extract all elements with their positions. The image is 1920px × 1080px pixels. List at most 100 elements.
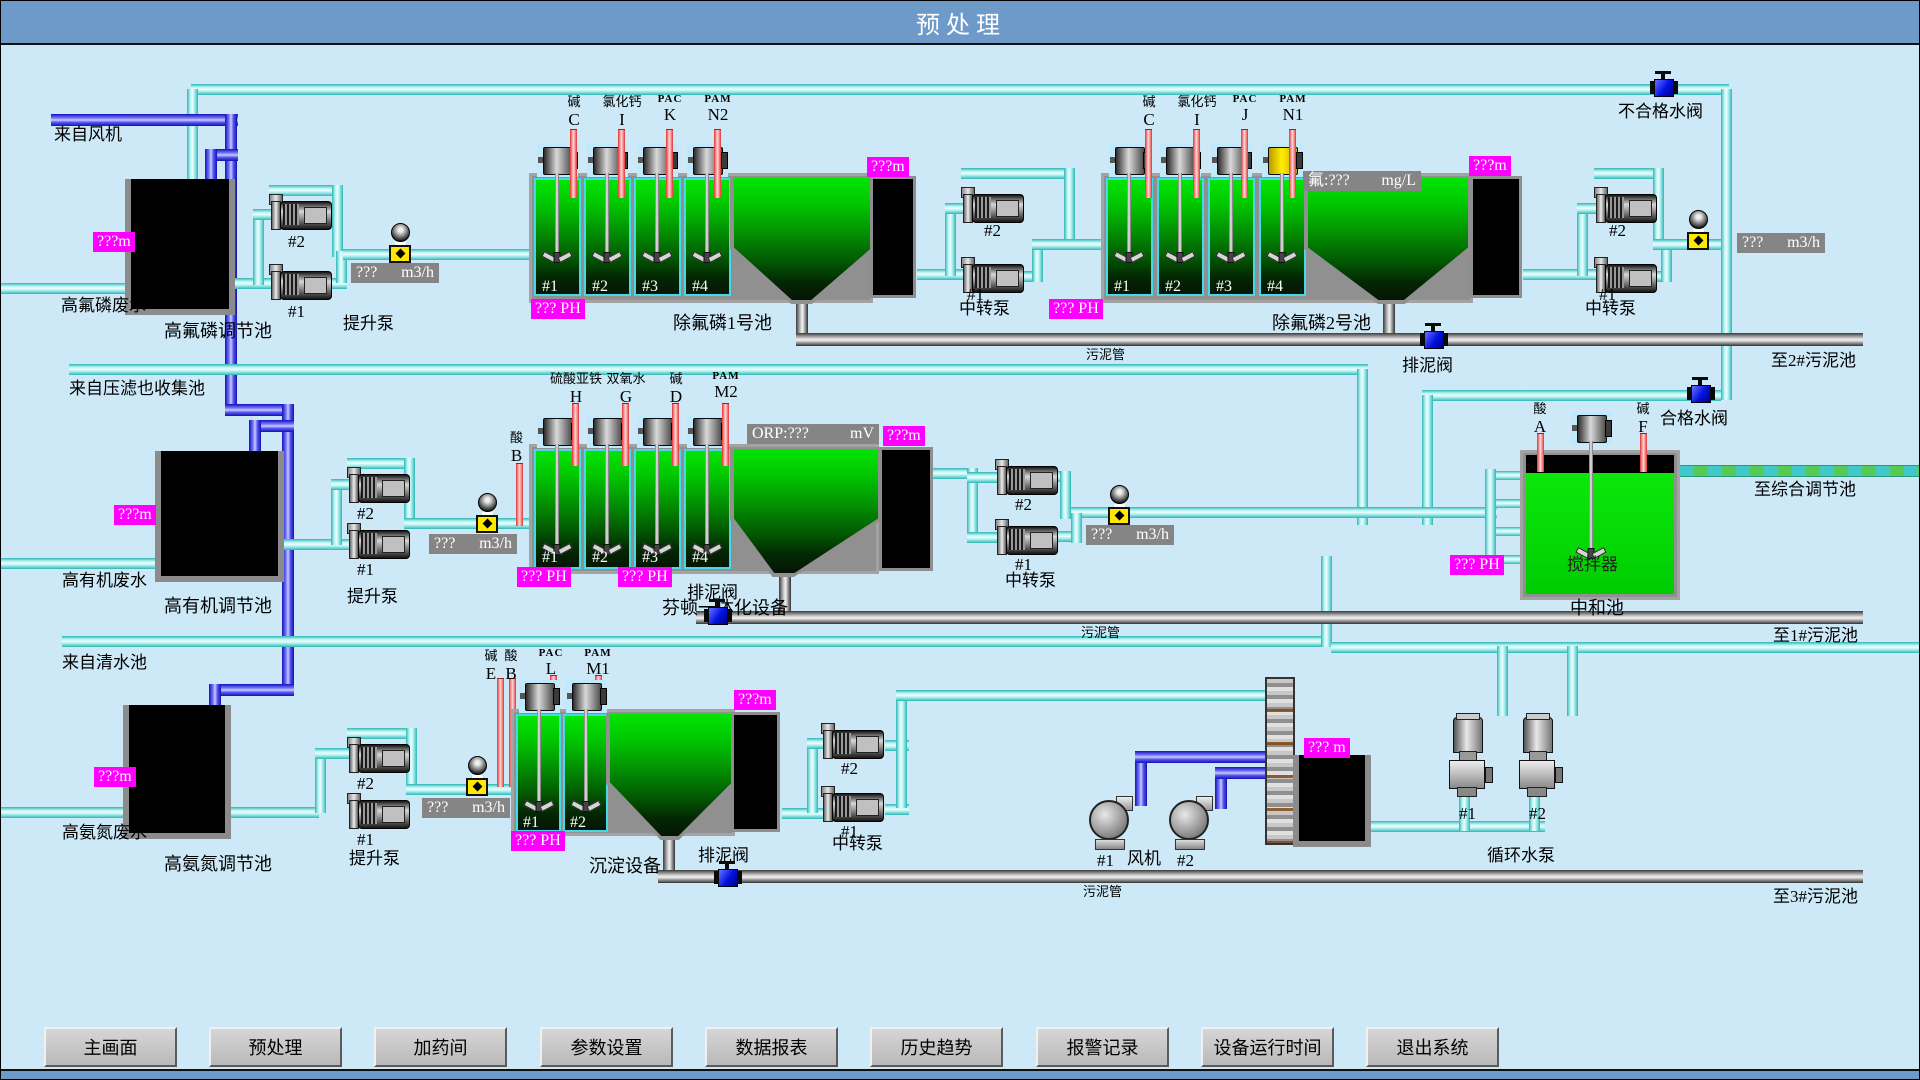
tank-organic (155, 451, 284, 582)
flow-meter[interactable] (389, 223, 411, 263)
accept-water-valve[interactable] (1685, 377, 1715, 403)
dosing-tube (666, 129, 673, 198)
blower-fan-2[interactable] (1167, 794, 1213, 850)
lift-pump-1[interactable] (267, 270, 331, 300)
valve-label: 合格水阀 (1660, 409, 1728, 429)
pipe (1032, 239, 1106, 250)
flow-meter[interactable] (476, 493, 498, 533)
pump-label: #1 (357, 560, 374, 580)
nav-history-trend[interactable]: 历史趋势 (870, 1027, 1003, 1067)
pump-label: #2 (984, 221, 1001, 241)
pump-label: #2 (288, 232, 305, 252)
lift-pump-1[interactable] (345, 799, 409, 829)
fenton-outlet-chamber (879, 447, 933, 571)
circulation-pump-2[interactable] (1515, 713, 1559, 801)
lift-pump-1[interactable] (345, 529, 409, 559)
water-label: 高氟磷废水 (61, 296, 146, 316)
hmi-pretreatment-screen: 来自风机 ???m 高氟磷废水 高氟磷调节池 #2 #1 提升泵 ???m3/h… (0, 0, 1920, 1080)
source-label-press: 来自压滤也收集池 (69, 379, 205, 399)
sludge-pipe (696, 611, 1863, 624)
nav-exit-system[interactable]: 退出系统 (1366, 1027, 1499, 1067)
tank-name: 高氟磷调节池 (164, 321, 272, 342)
pipe (945, 206, 956, 276)
lift-pump-2[interactable] (267, 200, 331, 230)
fluoride-value: 氟:??? (1308, 171, 1350, 191)
dosing-tube (572, 403, 579, 466)
flow-meter[interactable] (1687, 210, 1709, 250)
pipe (1497, 646, 1508, 716)
air-pipe (205, 149, 217, 183)
mixer[interactable] (519, 680, 560, 812)
source-label-fan: 来自风机 (54, 125, 122, 145)
chem-name: 酸 (496, 645, 526, 664)
level-display: ???m (1469, 156, 1511, 176)
tank-name: 高氨氮调节池 (164, 854, 272, 875)
level-display: ??? m (1304, 738, 1350, 758)
nav-alarm-record[interactable]: 报警记录 (1036, 1027, 1169, 1067)
destination-label: 至2#污泥池 (1771, 351, 1856, 371)
mixer-running[interactable] (1262, 144, 1303, 263)
pipe (1060, 471, 1071, 519)
sludge-drain-valve[interactable] (712, 861, 742, 887)
destination-label: 至1#污泥池 (1773, 626, 1858, 646)
flow-meter[interactable] (1108, 485, 1130, 525)
pipe (1, 558, 155, 569)
sludge-drain-valve[interactable] (1418, 323, 1448, 349)
pump-label: #2 (357, 774, 374, 794)
mixer[interactable] (1571, 412, 1612, 559)
lift-pump-2[interactable] (345, 473, 409, 503)
cell-label: #2 (570, 814, 586, 832)
orp-value: ORP:??? (752, 424, 809, 444)
neutral-tank-name: 中和池 (1570, 598, 1624, 619)
transfer-pump-2[interactable] (819, 729, 883, 759)
bottom-bar (1, 1069, 1920, 1080)
transfer-pump-2[interactable] (993, 465, 1057, 495)
pipe (807, 741, 818, 813)
circulation-pump-1[interactable] (1445, 713, 1489, 801)
pump-group-label: 提升泵 (349, 849, 400, 869)
flow-value: ??? (1742, 233, 1763, 253)
pump-group-label: 中转泵 (959, 299, 1010, 319)
nav-main-screen[interactable]: 主画面 (44, 1027, 177, 1067)
chem-name: PAM (696, 370, 756, 382)
nav-parameter-settings[interactable]: 参数设置 (540, 1027, 673, 1067)
nav-pretreatment[interactable]: 预处理 (209, 1027, 342, 1067)
mixer[interactable] (566, 680, 607, 812)
nav-dosing-room[interactable]: 加药间 (374, 1027, 507, 1067)
pipe (1064, 168, 1075, 246)
mixer[interactable] (1109, 144, 1150, 263)
flow-meter[interactable] (466, 756, 488, 796)
transfer-pump-2[interactable] (1592, 193, 1656, 223)
chem-label: PAMN2 (688, 93, 748, 125)
flow-readout: ???m3/h (351, 263, 439, 283)
tank-name: 高有机调节池 (164, 596, 272, 617)
flow-value: ??? (356, 263, 377, 283)
mixer[interactable] (687, 144, 728, 263)
blower-fan-1[interactable] (1087, 794, 1133, 850)
train2-name: 除氟磷2号池 (1272, 313, 1371, 334)
fan-label: #2 (1177, 851, 1194, 871)
pipe (332, 185, 343, 257)
transfer-pump-1[interactable] (819, 792, 883, 822)
cell-label: #4 (692, 278, 708, 296)
cell-label: #4 (1267, 278, 1283, 296)
lift-pump-2[interactable] (345, 743, 409, 773)
nav-data-report[interactable]: 数据报表 (705, 1027, 838, 1067)
treated-water-pipe (1679, 465, 1920, 477)
transfer-pump-2[interactable] (959, 193, 1023, 223)
sediment-outlet-chamber (731, 712, 780, 832)
cell-label: #2 (592, 549, 608, 567)
sludge-drain-valve[interactable] (702, 599, 732, 625)
transfer-pump-1[interactable] (993, 525, 1057, 555)
fan-label: #1 (1097, 851, 1114, 871)
pipe (1422, 390, 1721, 401)
pump-label: #1 (1459, 804, 1476, 824)
chem-id: A (1510, 417, 1570, 437)
cell-label: #1 (523, 814, 539, 832)
pump-group-label: 循环水泵 (1487, 846, 1555, 866)
pump-label: #1 (357, 830, 374, 850)
reject-water-valve[interactable] (1648, 71, 1678, 97)
pipe (1357, 369, 1368, 525)
dosing-tube (622, 403, 629, 466)
nav-device-runtime[interactable]: 设备运行时间 (1201, 1027, 1334, 1067)
